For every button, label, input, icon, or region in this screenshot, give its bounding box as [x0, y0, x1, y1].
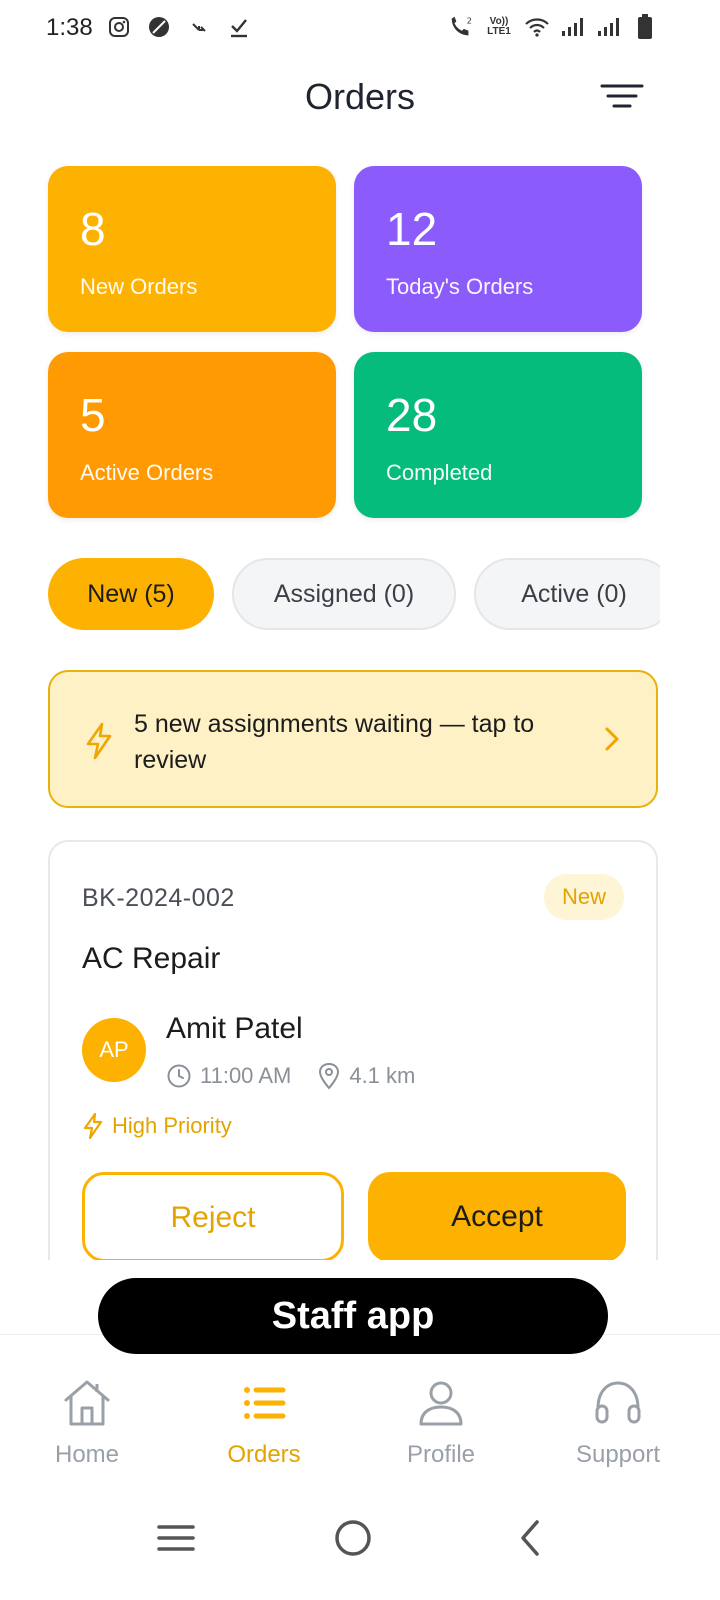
instagram-icon [106, 14, 132, 40]
new-assignments-banner[interactable]: 5 new assignments waiting — tap to revie… [48, 670, 658, 808]
circle-icon [335, 1520, 371, 1556]
status-badge: New [543, 874, 624, 920]
customer-name: Amit Patel [166, 1012, 303, 1045]
stat-label: Active Orders [80, 460, 214, 485]
stat-label: New Orders [80, 274, 198, 299]
chevron-right-icon [604, 726, 620, 757]
priority-text: High Priority [112, 1113, 232, 1138]
nav-orders[interactable]: Orders [189, 1375, 339, 1469]
back-icon [521, 1520, 539, 1556]
order-meta: 11:00 AM 4.1 km [166, 1062, 415, 1090]
signal-arrow-icon [186, 14, 212, 40]
stat-card-new-orders[interactable]: 8 New Orders [48, 166, 336, 332]
nav-label: Support [575, 1441, 661, 1468]
stat-card-active-orders[interactable]: 5 Active Orders [48, 352, 336, 518]
app-header: Orders [0, 58, 720, 138]
stat-value: 28 [386, 389, 438, 441]
headset-icon [543, 1375, 693, 1431]
home-icon [12, 1375, 162, 1431]
status-bar: 1:38 2 Vo)) LTE1 [0, 0, 720, 58]
order-distance: 4.1 km [349, 1063, 416, 1088]
nav-label: Profile [406, 1441, 476, 1468]
priority-label: High Priority [82, 1112, 232, 1140]
signal-icon [596, 14, 622, 40]
stat-card-completed[interactable]: 28 Completed [354, 352, 642, 518]
order-id: BK-2024-002 [82, 884, 235, 912]
tab-active[interactable]: Active (0) [474, 558, 660, 630]
avatar: AP [82, 1018, 146, 1082]
stat-label: Completed [386, 460, 493, 485]
system-back-button[interactable] [500, 1508, 560, 1568]
tab-new[interactable]: New (5) [48, 558, 214, 630]
battery-icon [632, 14, 658, 40]
stat-value: 5 [80, 389, 106, 441]
system-home-button[interactable] [323, 1508, 383, 1568]
wifi-call-icon: 2 [448, 14, 474, 40]
order-card[interactable]: BK-2024-002 New AC Repair AP Amit Patel … [48, 840, 658, 1260]
list-icon [189, 1375, 339, 1431]
stat-value: 8 [80, 203, 106, 255]
recent-apps-button[interactable] [146, 1508, 206, 1568]
wifi-icon [524, 14, 550, 40]
user-icon [366, 1375, 516, 1431]
location-pin-icon [317, 1062, 341, 1090]
nav-label: Home [54, 1441, 120, 1468]
lightning-icon [84, 722, 114, 765]
tab-assigned[interactable]: Assigned (0) [232, 558, 456, 630]
system-nav-bar [0, 1490, 720, 1600]
leaf-icon [146, 14, 172, 40]
nav-support[interactable]: Support [543, 1375, 693, 1469]
signal-icon [560, 14, 586, 40]
nav-label: Orders [227, 1441, 301, 1468]
stat-value: 12 [386, 203, 438, 255]
clock-icon [166, 1063, 192, 1089]
stat-label: Today's Orders [386, 274, 534, 299]
menu-icon [157, 1525, 195, 1551]
nav-profile[interactable]: Profile [366, 1375, 516, 1469]
download-check-icon [226, 14, 252, 40]
banner-text: 5 new assignments waiting — tap to revie… [134, 710, 535, 774]
volte-icon: Vo)) LTE1 [487, 16, 511, 37]
service-name: AC Repair [82, 942, 221, 975]
bottom-nav: Home Orders Profile Support [0, 1334, 720, 1484]
order-time: 11:00 AM [200, 1063, 292, 1088]
order-tabs: New (5) Assigned (0) Active (0) [48, 558, 660, 632]
nav-home[interactable]: Home [12, 1375, 162, 1469]
lightning-icon [82, 1112, 104, 1140]
accept-button[interactable]: Accept [368, 1172, 626, 1260]
filter-button[interactable] [600, 80, 644, 116]
stat-card-todays-orders[interactable]: 12 Today's Orders [354, 166, 642, 332]
reject-button[interactable]: Reject [82, 1172, 344, 1260]
status-time: 1:38 [46, 14, 93, 41]
filter-icon [600, 84, 644, 108]
staff-app-label: Staff app [98, 1278, 608, 1354]
svg-text:2: 2 [467, 15, 472, 25]
